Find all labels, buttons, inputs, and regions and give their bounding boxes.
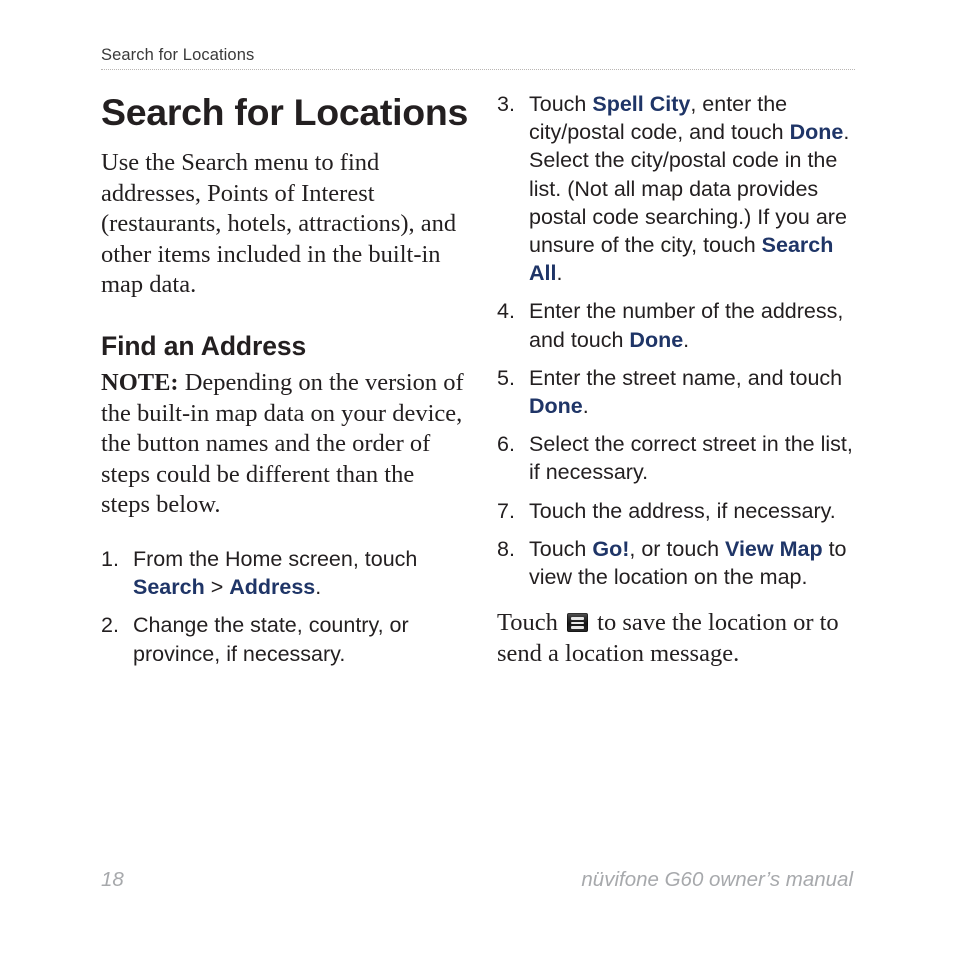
closing-paragraph: Touch to save the location or to send a … <box>497 608 863 669</box>
footer-manual-title: nüvifone G60 owner’s manual <box>581 868 853 891</box>
step-item: 5. Enter the street name, and touch Done. <box>497 364 863 420</box>
step-text: > <box>204 575 230 600</box>
ui-term: Done <box>529 394 583 419</box>
section-heading-find-an-address: Find an Address <box>101 330 307 361</box>
page-title: Search for Locations <box>101 91 469 133</box>
step-item: 6. Select the correct street in the list,… <box>497 430 863 486</box>
page-canvas: Search for Locations Search for Location… <box>0 0 954 954</box>
step-text: Touch <box>529 536 593 561</box>
step-item: 1. From the Home screen, touch Search > A… <box>101 545 467 601</box>
note-label: NOTE: <box>101 368 179 396</box>
footer-page-number: 18 <box>101 868 124 891</box>
step-number: 7. <box>497 498 515 523</box>
step-number: 1. <box>101 546 119 571</box>
step-text: Change the state, country, or province, … <box>133 613 409 666</box>
step-text: . <box>315 575 322 600</box>
menu-icon <box>567 613 589 633</box>
step-text: , or touch <box>629 536 725 561</box>
step-text: Select the correct street in the list, i… <box>529 432 853 485</box>
step-number: 4. <box>497 299 515 324</box>
running-header: Search for Locations <box>101 46 255 64</box>
step-text: Touch the address, if necessary. <box>529 498 836 523</box>
step-text: . <box>683 327 690 352</box>
step-text: Touch <box>529 92 593 116</box>
step-text: . <box>556 261 563 286</box>
right-column: 3. Touch Spell City, enter the city/posta… <box>497 90 863 669</box>
step-item: 3. Touch Spell City, enter the city/posta… <box>497 90 863 287</box>
step-number: 8. <box>497 536 515 561</box>
intro-paragraph: Use the Search menu to find addresses, P… <box>101 149 457 299</box>
step-item: 4. Enter the number of the address, and t… <box>497 297 863 353</box>
step-item: 8. Touch Go!, or touch View Map to view t… <box>497 535 863 591</box>
step-item: 2. Change the state, country, or province… <box>101 611 467 667</box>
ui-term: Search <box>133 575 205 600</box>
header-divider-rule <box>101 69 855 71</box>
step-number: 3. <box>497 92 515 116</box>
step-number: 6. <box>497 432 515 457</box>
ui-term: View Map <box>725 536 823 561</box>
note-paragraph: NOTE: Depending on the version of the bu… <box>101 368 467 521</box>
ui-term: Done <box>789 120 844 145</box>
ui-term: Spell City <box>592 92 691 116</box>
step-text: Enter the street name, and touch <box>529 365 843 390</box>
step-text: From the Home screen, touch <box>133 546 418 571</box>
steps-list-right: 3. Touch Spell City, enter the city/posta… <box>497 90 863 591</box>
closing-text-before-icon: Touch <box>497 609 565 637</box>
step-number: 2. <box>101 613 119 638</box>
left-column: Search for Locations Use the Search menu… <box>101 90 469 668</box>
ui-term: Go! <box>592 536 630 561</box>
ui-term: Done <box>629 327 684 352</box>
step-text: . <box>582 394 589 419</box>
step-number: 5. <box>497 365 515 390</box>
ui-term: Address <box>229 575 316 600</box>
step-item: 7. Touch the address, if necessary. <box>497 497 863 525</box>
steps-list-left: 1. From the Home screen, touch Search > A… <box>101 545 467 668</box>
